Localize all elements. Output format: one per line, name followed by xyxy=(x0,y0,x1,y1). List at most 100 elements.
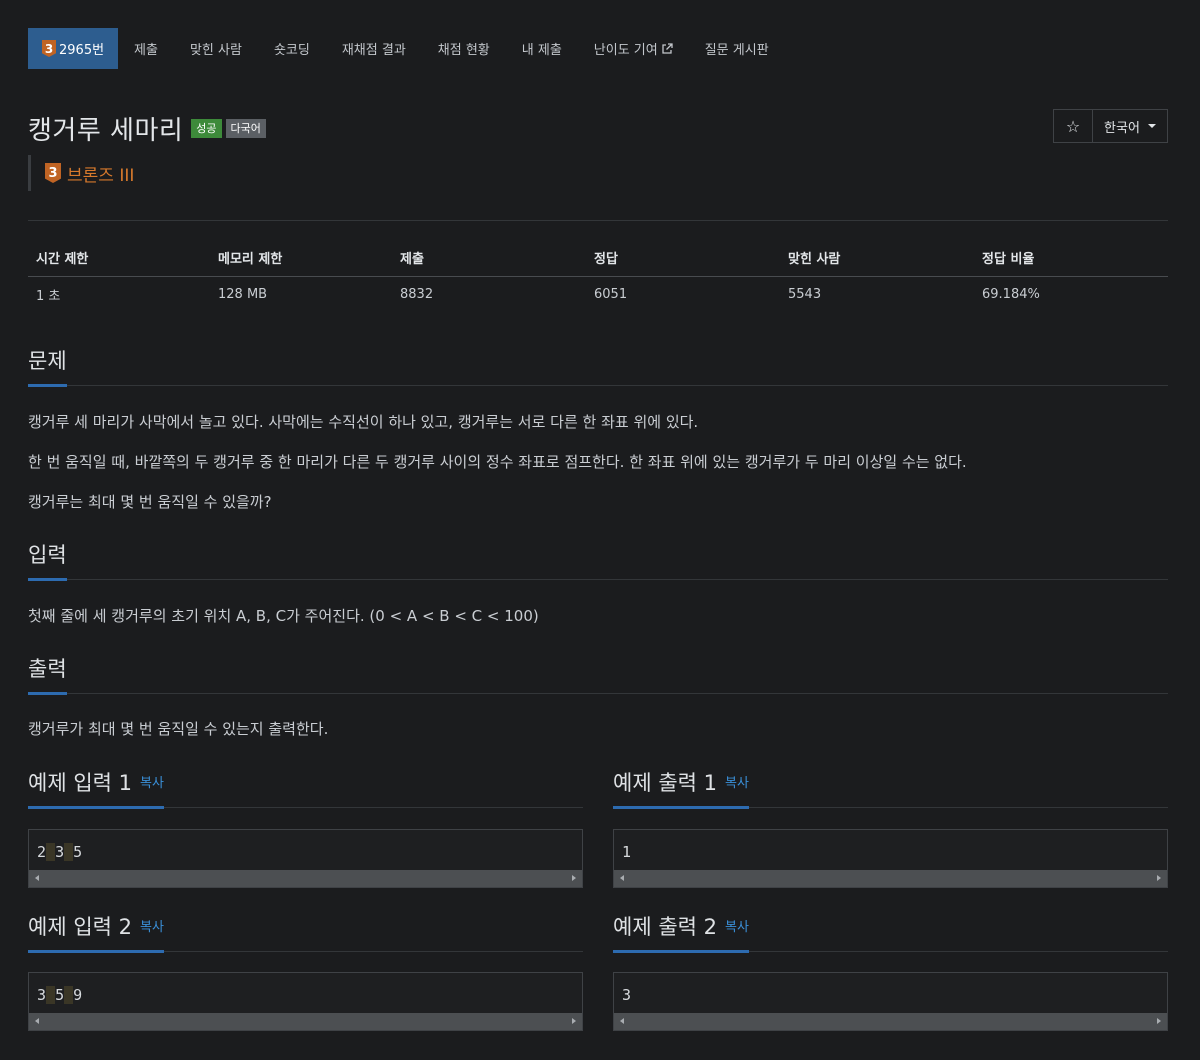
sample-title: 예제 입력 1 xyxy=(28,771,132,795)
sample-code-box[interactable]: 2 3 5 xyxy=(28,829,583,888)
scroll-right-icon[interactable] xyxy=(1157,1018,1161,1024)
tab-short-coding[interactable]: 숏코딩 xyxy=(258,28,326,69)
sample-title: 예제 출력 2 xyxy=(613,915,717,939)
section-title: 출력 xyxy=(28,653,67,695)
chevron-down-icon xyxy=(1147,124,1156,128)
sample-input-1-heading: 예제 입력 1 복사 xyxy=(28,767,583,809)
memory-limit-value: 128 MB xyxy=(218,286,268,302)
problem-text-line: 한 번 움직일 때, 바깥쪽의 두 캥거루 중 한 마리가 다른 두 캥거루 사… xyxy=(28,453,967,471)
header-solvers: 맞힌 사람 xyxy=(780,240,974,277)
header-memory-limit: 메모리 제한 xyxy=(210,240,392,277)
header-controls: ☆ 한국어 xyxy=(1053,109,1168,143)
language-label: 한국어 xyxy=(1104,120,1140,136)
scroll-right-icon[interactable] xyxy=(572,875,576,881)
sample-output-value: 3 xyxy=(622,986,632,1004)
scroll-left-icon[interactable] xyxy=(35,1018,39,1024)
sample-output-1-heading: 예제 출력 1 복사 xyxy=(613,767,1168,809)
bronze-tier-icon: 3 xyxy=(42,40,56,57)
sample-token: 2 xyxy=(37,843,47,861)
copy-button[interactable]: 복사 xyxy=(725,920,749,935)
sample-code-box[interactable]: 1 xyxy=(613,829,1168,888)
sample-token: 3 xyxy=(37,986,47,1004)
sample-input-value: 2 3 5 xyxy=(37,843,82,861)
star-icon: ☆ xyxy=(1065,116,1081,136)
sample-output-value: 1 xyxy=(622,843,632,861)
output-description: 캥거루가 최대 몇 번 움직일 수 있는지 출력한다. xyxy=(28,720,329,738)
section-title: 입력 xyxy=(28,539,67,581)
tab-status[interactable]: 채점 현황 xyxy=(422,28,506,69)
whitespace-marker xyxy=(46,843,56,861)
accepted-value: 6051 xyxy=(594,286,628,302)
table-header-row: 시간 제한 메모리 제한 제출 정답 맞힌 사람 정답 비율 xyxy=(28,240,1168,277)
sample-code-box[interactable]: 3 5 9 xyxy=(28,972,583,1031)
tab-solvers[interactable]: 맞힌 사람 xyxy=(174,28,258,69)
accept-ratio-value: 69.184% xyxy=(982,286,1040,302)
tab-submit[interactable]: 제출 xyxy=(118,28,174,69)
divider xyxy=(28,693,1168,694)
scroll-right-icon[interactable] xyxy=(1157,875,1161,881)
sample-token: 5 xyxy=(73,843,83,861)
tab-qna-board[interactable]: 질문 게시판 xyxy=(689,28,785,69)
input-description: 첫째 줄에 세 캥거루의 초기 위치 A, B, C가 주어진다. (0 < A… xyxy=(28,607,539,625)
tab-rejudge-results[interactable]: 재채점 결과 xyxy=(326,28,422,69)
scroll-right-icon[interactable] xyxy=(572,1018,576,1024)
language-dropdown[interactable]: 한국어 xyxy=(1093,109,1168,143)
sample-input-value: 3 5 9 xyxy=(37,986,82,1004)
sample-title: 예제 입력 2 xyxy=(28,915,132,939)
scroll-left-icon[interactable] xyxy=(35,875,39,881)
time-limit-value: 1 초 xyxy=(36,288,61,304)
scroll-left-icon[interactable] xyxy=(620,1018,624,1024)
tab-difficulty-contribution[interactable]: 난이도 기여 xyxy=(578,28,689,69)
section-title: 예제 입력 1 복사 xyxy=(28,767,164,809)
problem-section-heading: 문제 xyxy=(28,345,1168,387)
scroll-left-icon[interactable] xyxy=(620,875,624,881)
solvers-value: 5543 xyxy=(788,286,822,302)
problem-text-line: 캥거루 세 마리가 사막에서 놀고 있다. 사막에는 수직선이 하나 있고, 캥… xyxy=(28,413,699,431)
problem-nav: 3 2965번 제출 맞힌 사람 숏코딩 재채점 결과 채점 현황 내 제출 난… xyxy=(28,28,785,69)
horizontal-scrollbar[interactable] xyxy=(29,870,582,887)
input-section-heading: 입력 xyxy=(28,539,1168,581)
horizontal-scrollbar[interactable] xyxy=(614,870,1167,887)
sample-title: 예제 출력 1 xyxy=(613,771,717,795)
horizontal-scrollbar[interactable] xyxy=(29,1013,582,1030)
table-row: 1 초 128 MB 8832 6051 5543 69.184% xyxy=(28,276,1168,312)
whitespace-marker xyxy=(46,986,56,1004)
section-title: 예제 출력 2 복사 xyxy=(613,911,749,953)
tier-label[interactable]: 브론즈 III xyxy=(67,161,134,186)
header-accepted: 정답 xyxy=(586,240,780,277)
success-badge: 성공 xyxy=(191,119,222,138)
favorite-button[interactable]: ☆ xyxy=(1053,109,1093,143)
sample-input-2-heading: 예제 입력 2 복사 xyxy=(28,911,583,953)
sample-token: 5 xyxy=(55,986,65,1004)
copy-button[interactable]: 복사 xyxy=(140,776,164,791)
horizontal-scrollbar[interactable] xyxy=(614,1013,1167,1030)
submissions-value: 8832 xyxy=(400,286,434,302)
header-accept-ratio: 정답 비율 xyxy=(974,240,1168,277)
sample-token: 9 xyxy=(73,986,83,1004)
divider xyxy=(28,385,1168,386)
tab-problem[interactable]: 3 2965번 xyxy=(28,28,119,69)
bronze-tier-icon: 3 xyxy=(45,163,61,183)
header-time-limit: 시간 제한 xyxy=(28,240,210,277)
header-submissions: 제출 xyxy=(392,240,586,277)
external-link-icon xyxy=(662,42,673,54)
problem-stats-table: 시간 제한 메모리 제한 제출 정답 맞힌 사람 정답 비율 1 초 128 M… xyxy=(28,240,1168,312)
whitespace-marker xyxy=(64,986,74,1004)
divider xyxy=(28,220,1168,221)
copy-button[interactable]: 복사 xyxy=(725,776,749,791)
problem-header: 캥거루 세마리 성공 다국어 xyxy=(28,110,266,147)
tab-problem-label: 2965번 xyxy=(59,43,105,58)
section-title: 예제 출력 1 복사 xyxy=(613,767,749,809)
section-title: 문제 xyxy=(28,345,67,387)
tab-difficulty-label: 난이도 기여 xyxy=(593,43,658,58)
sample-token: 3 xyxy=(55,843,65,861)
whitespace-marker xyxy=(64,843,74,861)
copy-button[interactable]: 복사 xyxy=(140,920,164,935)
section-title: 예제 입력 2 복사 xyxy=(28,911,164,953)
divider xyxy=(28,579,1168,580)
sample-code-box[interactable]: 3 xyxy=(613,972,1168,1031)
tab-my-submissions[interactable]: 내 제출 xyxy=(506,28,578,69)
tier-indicator: 3 브론즈 III xyxy=(28,155,134,191)
output-section-heading: 출력 xyxy=(28,653,1168,695)
problem-text-line: 캥거루는 최대 몇 번 움직일 수 있을까? xyxy=(28,493,272,511)
